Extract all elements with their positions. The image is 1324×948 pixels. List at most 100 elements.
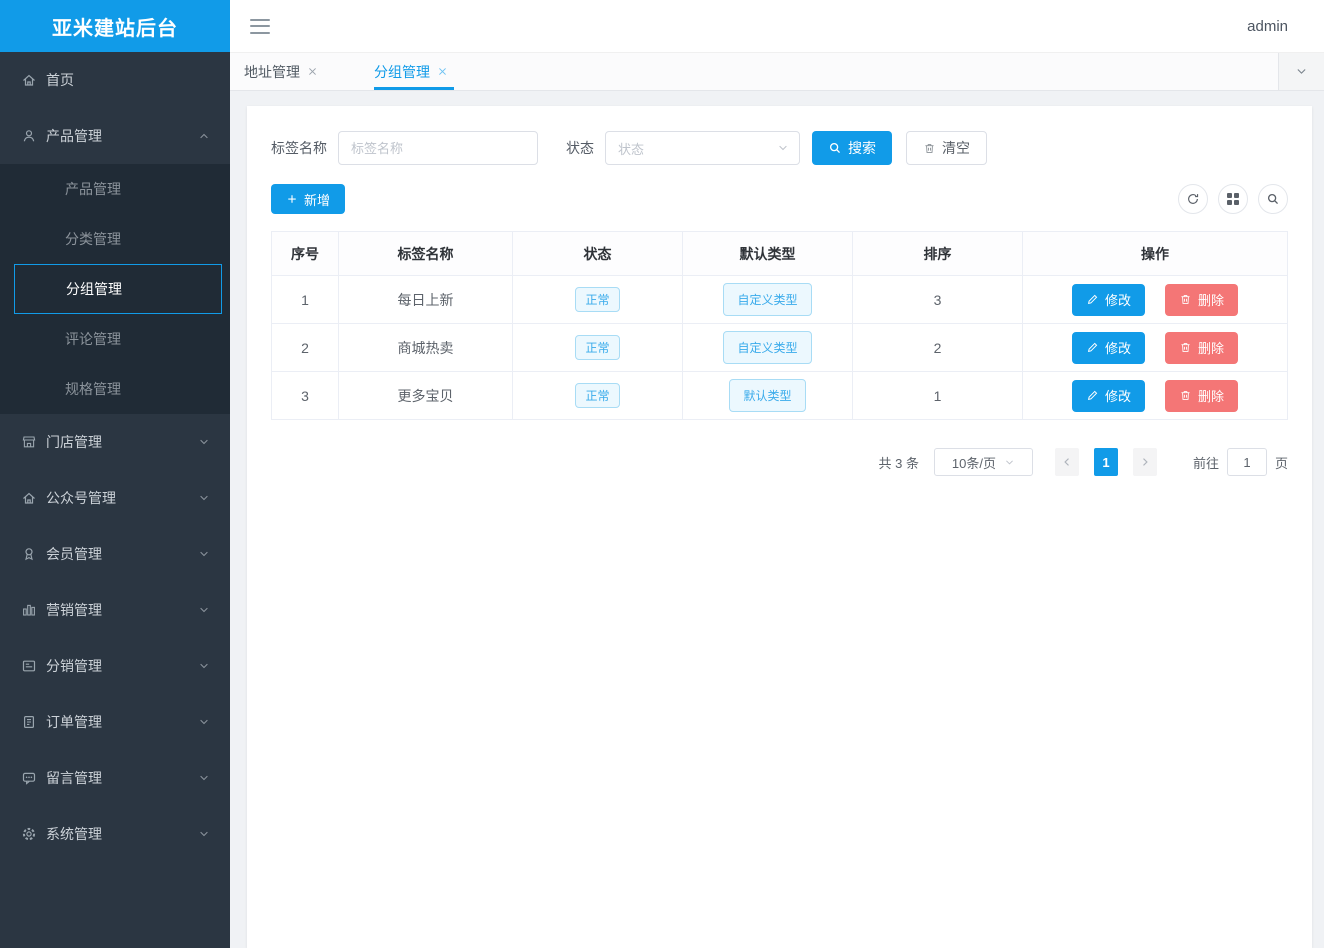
delete-button[interactable]: 删除 xyxy=(1165,332,1238,364)
sidebar-item-order-management[interactable]: 订单管理 xyxy=(0,694,230,750)
cell-actions: 修改 删除 xyxy=(1023,276,1288,324)
sidebar-subitem-spec[interactable]: 规格管理 xyxy=(0,364,230,414)
sidebar-item-distribution-management[interactable]: 分销管理 xyxy=(0,638,230,694)
page-number-button[interactable]: 1 xyxy=(1094,448,1118,476)
chevron-down-icon xyxy=(198,660,210,672)
type-button[interactable]: 自定义类型 xyxy=(723,331,811,364)
delete-button[interactable]: 删除 xyxy=(1165,380,1238,412)
search-form: 标签名称 状态 状态 搜索 清空 xyxy=(271,131,1288,165)
cell-type: 自定义类型 xyxy=(683,276,853,324)
refresh-button[interactable] xyxy=(1178,184,1208,214)
sidebar-subitem-category[interactable]: 分类管理 xyxy=(0,214,230,264)
status-select[interactable]: 状态 xyxy=(605,131,800,165)
chevron-down-icon xyxy=(198,772,210,784)
sidebar-item-home[interactable]: 首页 xyxy=(0,52,230,108)
content-area: 标签名称 状态 状态 搜索 清空 xyxy=(230,91,1324,948)
trash-icon xyxy=(1179,341,1192,354)
user-icon xyxy=(21,128,37,144)
home-icon xyxy=(21,72,37,88)
tab-group-management[interactable]: 分组管理 xyxy=(360,53,462,90)
chevron-down-icon xyxy=(198,492,210,504)
main-area: admin 地址管理 分组管理 标签名称 xyxy=(230,0,1324,948)
cell-index: 2 xyxy=(272,324,339,372)
column-settings-button[interactable] xyxy=(1218,184,1248,214)
search-button[interactable]: 搜索 xyxy=(812,131,892,165)
page-size-select[interactable]: 10条/页 xyxy=(934,448,1033,476)
table-toolbar: 新增 xyxy=(271,184,1288,214)
tab-address-management[interactable]: 地址管理 xyxy=(230,53,332,90)
chevron-up-icon xyxy=(198,130,210,142)
cell-actions: 修改 删除 xyxy=(1023,372,1288,420)
cell-sort: 1 xyxy=(853,372,1023,420)
tab-list-dropdown-button[interactable] xyxy=(1278,53,1324,90)
sidebar-item-store-management[interactable]: 门店管理 xyxy=(0,414,230,470)
sidebar-item-official-account[interactable]: 公众号管理 xyxy=(0,470,230,526)
cell-index: 1 xyxy=(272,276,339,324)
add-button[interactable]: 新增 xyxy=(271,184,345,214)
cell-type: 自定义类型 xyxy=(683,324,853,372)
trash-icon xyxy=(1179,293,1192,306)
status-label: 状态 xyxy=(566,138,594,158)
cell-sort: 2 xyxy=(853,324,1023,372)
cell-status: 正常 xyxy=(513,276,683,324)
gear-icon xyxy=(21,826,37,842)
edit-button[interactable]: 修改 xyxy=(1072,380,1145,412)
header-type: 默认类型 xyxy=(683,232,853,276)
chevron-right-icon xyxy=(1139,456,1151,468)
edit-button[interactable]: 修改 xyxy=(1072,332,1145,364)
chevron-down-icon xyxy=(198,604,210,616)
chevron-down-icon xyxy=(198,828,210,840)
tag-name-input[interactable] xyxy=(338,131,538,165)
message-icon xyxy=(21,770,37,786)
type-button[interactable]: 默认类型 xyxy=(729,379,805,412)
sidebar-item-product-management[interactable]: 产品管理 xyxy=(0,108,230,164)
marketing-chart-icon xyxy=(21,602,37,618)
sidebar-subitem-group-active[interactable]: 分组管理 xyxy=(14,264,222,314)
member-icon xyxy=(21,546,37,562)
page-unit-label: 页 xyxy=(1275,453,1288,472)
trash-icon xyxy=(923,142,936,155)
cell-status: 正常 xyxy=(513,372,683,420)
cell-name: 商城热卖 xyxy=(339,324,513,372)
sidebar-subitem-comment[interactable]: 评论管理 xyxy=(0,314,230,364)
type-button[interactable]: 自定义类型 xyxy=(723,283,811,316)
clear-button[interactable]: 清空 xyxy=(906,131,987,165)
search-icon xyxy=(828,141,842,155)
hamburger-menu-icon[interactable] xyxy=(250,19,270,34)
cell-type: 默认类型 xyxy=(683,372,853,420)
table-row: 2 商城热卖 正常 自定义类型 2 修改 xyxy=(272,324,1288,372)
tab-bar: 地址管理 分组管理 xyxy=(230,53,1324,91)
tag-name-label: 标签名称 xyxy=(271,138,327,158)
sidebar-subitem-product[interactable]: 产品管理 xyxy=(0,164,230,214)
prev-page-button[interactable] xyxy=(1055,448,1079,476)
cell-name: 更多宝贝 xyxy=(339,372,513,420)
table-row: 1 每日上新 正常 自定义类型 3 修改 xyxy=(272,276,1288,324)
pencil-icon xyxy=(1086,293,1099,306)
next-page-button[interactable] xyxy=(1133,448,1157,476)
sidebar-item-label: 产品管理 xyxy=(46,126,102,146)
official-account-icon xyxy=(21,490,37,506)
chevron-down-icon xyxy=(777,142,789,154)
sidebar-menu: 首页 产品管理 产品管理 分类管理 分组管理 评论管理 规格管理 门店管理 xyxy=(0,52,230,948)
product-submenu: 产品管理 分类管理 分组管理 评论管理 规格管理 xyxy=(0,164,230,414)
user-menu[interactable]: admin xyxy=(1247,18,1288,35)
sidebar-item-message-management[interactable]: 留言管理 xyxy=(0,750,230,806)
close-icon[interactable] xyxy=(437,66,448,77)
order-icon xyxy=(21,714,37,730)
sidebar-item-member-management[interactable]: 会员管理 xyxy=(0,526,230,582)
sidebar-item-marketing-management[interactable]: 营销管理 xyxy=(0,582,230,638)
data-table: 序号 标签名称 状态 默认类型 排序 操作 1 每日上新 正常 xyxy=(271,231,1288,420)
goto-page-input[interactable] xyxy=(1227,448,1267,476)
edit-button[interactable]: 修改 xyxy=(1072,284,1145,316)
sidebar-item-system-management[interactable]: 系统管理 xyxy=(0,806,230,862)
table-search-button[interactable] xyxy=(1258,184,1288,214)
total-count: 共 3 条 xyxy=(879,453,919,472)
content-card: 标签名称 状态 状态 搜索 清空 xyxy=(247,106,1312,948)
delete-button[interactable]: 删除 xyxy=(1165,284,1238,316)
header-sort: 排序 xyxy=(853,232,1023,276)
app-window: 亚米建站后台 首页 产品管理 产品管理 分类管理 分组管理 评论管理 规格管理 … xyxy=(0,0,1324,948)
sidebar-item-label: 首页 xyxy=(46,70,74,90)
app-logo-title: 亚米建站后台 xyxy=(0,0,230,52)
top-bar: admin xyxy=(230,0,1324,53)
close-icon[interactable] xyxy=(307,66,318,77)
